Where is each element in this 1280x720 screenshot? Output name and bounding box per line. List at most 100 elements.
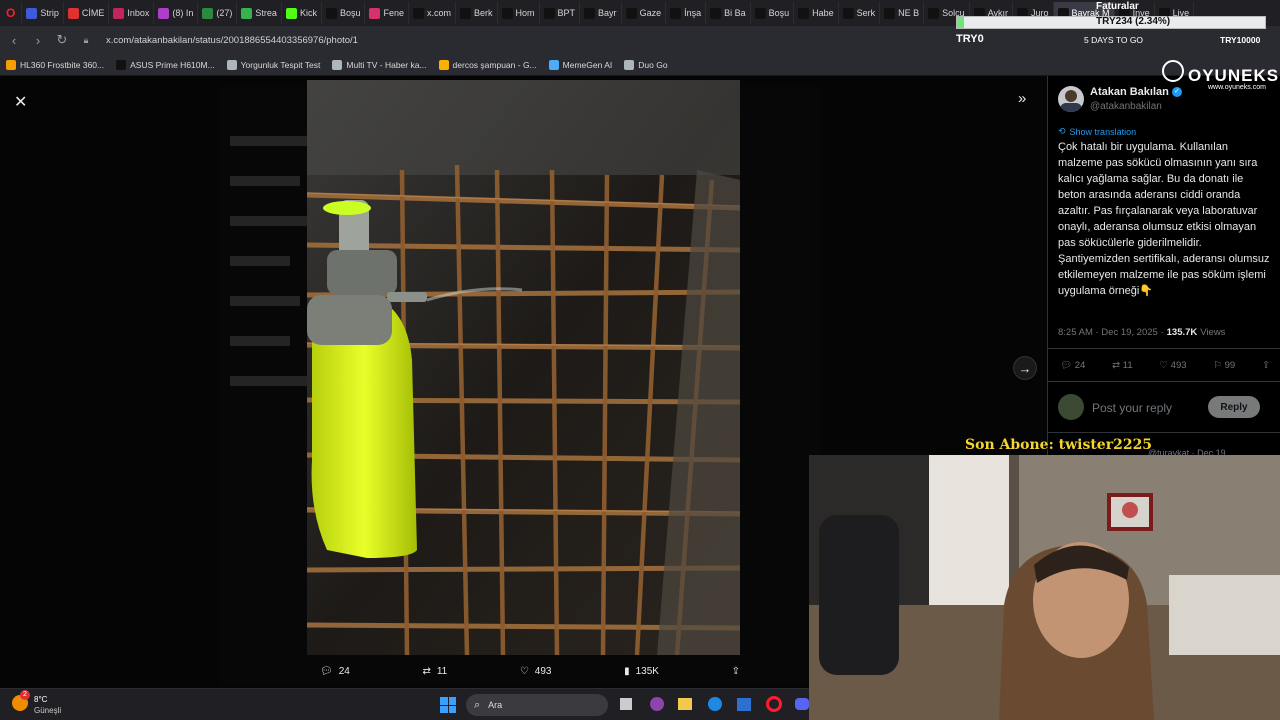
reply-icon: 💬︎ xyxy=(320,665,333,677)
retweet-icon: ⇄ xyxy=(422,665,431,677)
ticker-currency: TRY0 xyxy=(956,33,984,45)
back-icon[interactable]: ‹ xyxy=(4,30,24,50)
bookmark-label: MemeGen AI xyxy=(562,59,613,70)
browser-tab[interactable]: (27) xyxy=(198,2,238,24)
photo-reply-button[interactable]: 💬︎ 24 xyxy=(320,666,350,677)
browser-tab[interactable]: Kick xyxy=(282,2,322,24)
browser-tab[interactable]: x.com xyxy=(409,2,456,24)
share-button[interactable]: ⇪ xyxy=(1262,360,1270,371)
tab-label: Strip xyxy=(40,8,59,18)
store-icon[interactable] xyxy=(737,698,751,711)
browser-tab[interactable]: Bayr xyxy=(580,2,622,24)
brand-logo: OYUNEKS www.oyuneks.com xyxy=(1162,60,1278,96)
weather-badge: 2 xyxy=(20,690,30,700)
bookmark-item[interactable]: MemeGen AI xyxy=(548,59,613,70)
browser-menu-button[interactable]: O xyxy=(0,2,23,24)
browser-tab[interactable]: Boşu xyxy=(322,2,366,24)
tab-favicon-icon xyxy=(67,7,79,19)
file-explorer-icon[interactable] xyxy=(678,698,692,710)
bookmark-favicon-icon xyxy=(116,59,127,70)
next-photo-button[interactable]: → xyxy=(1013,356,1037,380)
photo-retweet-button[interactable]: ⇄ 11 xyxy=(422,666,447,677)
browser-tab[interactable]: (8) In xyxy=(154,2,199,24)
photo-views-button[interactable]: ▮ 135K xyxy=(624,666,659,677)
weather-temp[interactable]: 8°C xyxy=(34,695,47,704)
rebar-photo-image xyxy=(307,80,740,655)
browser-tab[interactable]: BPT xyxy=(540,2,581,24)
opera-logo-icon: O xyxy=(6,6,16,20)
bookmark-button[interactable]: ⚐ 99 xyxy=(1213,360,1235,371)
browser-tab[interactable]: Strea xyxy=(237,2,282,24)
tweet-text: Çok hatalı bir uygulama. Kullanılan malz… xyxy=(1058,141,1270,297)
browser-tab[interactable]: Berk xyxy=(456,2,498,24)
tab-favicon-icon xyxy=(325,7,337,19)
tab-favicon-icon xyxy=(26,7,38,19)
webcam-feed xyxy=(809,455,1280,720)
share-icon: ⇪ xyxy=(731,665,740,677)
tab-label: Bi Ba xyxy=(724,8,746,18)
browser-tab[interactable]: Hom xyxy=(498,2,540,24)
avatar[interactable] xyxy=(1058,86,1084,112)
bookmark-item[interactable]: Multi TV - Haber ka... xyxy=(332,59,427,70)
author-handle[interactable]: @atakanbakilan xyxy=(1090,101,1162,112)
tab-favicon-icon xyxy=(584,7,596,19)
tab-favicon-icon xyxy=(670,7,682,19)
browser-tab[interactable]: CİME xyxy=(64,2,110,24)
tab-label: Serk xyxy=(856,8,876,18)
tab-favicon-icon xyxy=(710,7,722,19)
tab-label: BPT xyxy=(557,8,576,18)
photo-like-button[interactable]: ♡ 493 xyxy=(520,666,552,677)
bookmark-favicon-icon xyxy=(624,59,635,70)
author-name[interactable]: Atakan Bakılan xyxy=(1090,86,1169,98)
close-icon[interactable]: ✕ xyxy=(14,92,27,112)
copilot-icon[interactable] xyxy=(650,697,664,711)
browser-tab[interactable]: Boşu xyxy=(751,2,795,24)
donation-ticker: Faturalar TRY234 (2.34%) TRY0 5 DAYS TO … xyxy=(956,1,1276,48)
reply-button[interactable]: 💬︎ 24 xyxy=(1060,360,1085,371)
browser-tab[interactable]: NE B xyxy=(880,2,925,24)
reload-icon[interactable]: ↻ xyxy=(52,30,72,50)
tab-favicon-icon xyxy=(928,7,940,19)
bookmark-favicon-icon xyxy=(6,59,16,70)
url-field[interactable]: x.com/atakanbakilan/status/2001886554403… xyxy=(106,35,358,46)
browser-tab[interactable]: Serk xyxy=(839,2,881,24)
taskbar-search[interactable]: ⌕ Ara xyxy=(466,694,608,716)
tab-label: Strea xyxy=(255,8,277,18)
browser-tab[interactable]: Inbox xyxy=(109,2,155,24)
bookmark-label: Yorgunluk Tespit Test xyxy=(240,59,321,70)
tab-favicon-icon xyxy=(501,7,513,19)
like-button[interactable]: ♡ 493 xyxy=(1160,360,1187,371)
start-icon[interactable] xyxy=(440,697,456,713)
reply-input[interactable]: Post your reply xyxy=(1092,401,1172,415)
tab-label: İnşa xyxy=(684,8,702,18)
tab-label: Inbox xyxy=(127,8,150,18)
discord-icon[interactable] xyxy=(795,698,809,710)
retweet-button[interactable]: ⇄ 11 xyxy=(1112,360,1132,371)
bookmark-favicon-icon xyxy=(226,59,237,70)
browser-tab[interactable]: Bi Ba xyxy=(706,2,751,24)
tab-favicon-icon xyxy=(412,7,424,19)
photo-share-button[interactable]: ⇪ xyxy=(732,666,740,677)
task-view-icon[interactable] xyxy=(620,698,632,710)
browser-tab[interactable]: İnşa xyxy=(666,2,707,24)
collapse-panel-icon[interactable]: » xyxy=(1018,90,1026,107)
reply-submit-button[interactable]: Reply xyxy=(1208,396,1260,418)
tab-favicon-icon xyxy=(842,7,854,19)
browser-tab[interactable]: Strip xyxy=(22,2,64,24)
bookmark-item[interactable]: Yorgunluk Tespit Test xyxy=(226,59,321,70)
tab-label: Kick xyxy=(299,8,317,18)
show-translation-link[interactable]: ⟲ Show translation xyxy=(1058,126,1136,137)
tab-favicon-icon xyxy=(369,7,381,19)
browser-tab[interactable]: Habe xyxy=(794,2,839,24)
edge-icon[interactable] xyxy=(708,697,722,711)
forward-icon[interactable]: › xyxy=(28,30,48,50)
bookmark-item[interactable]: ASUS Prime H610M... xyxy=(116,59,215,70)
bookmark-item[interactable]: Duo Go xyxy=(624,59,668,70)
browser-tab[interactable]: Gaze xyxy=(622,2,667,24)
tweet-photo[interactable] xyxy=(307,80,740,655)
opera-taskbar-icon[interactable] xyxy=(766,696,782,712)
bookmark-item[interactable]: HL360 Frostbite 360... xyxy=(6,59,104,70)
photo-action-bar: 💬︎ 24 ⇄ 11 ♡ 493 ▮ 135K ⇪ xyxy=(320,660,740,682)
bookmark-item[interactable]: dercos şampuan - G... xyxy=(438,59,537,70)
browser-tab[interactable]: Fene xyxy=(365,2,409,24)
